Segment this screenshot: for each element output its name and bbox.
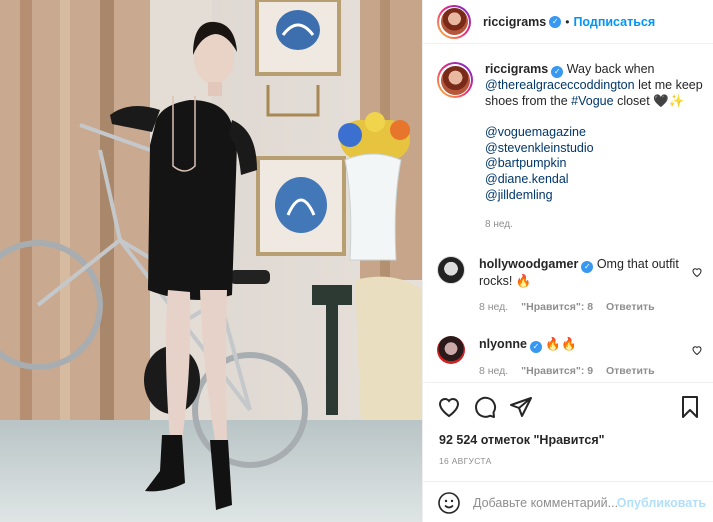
caption-username[interactable]: riccigrams: [485, 62, 548, 76]
post-sidebar: riccigrams ✓ • Подписаться riccigrams ✓ W…: [422, 0, 713, 522]
paper-plane-icon[interactable]: [509, 395, 533, 419]
follow-button[interactable]: Подписаться: [573, 15, 655, 29]
publish-button[interactable]: Опубликовать: [617, 496, 706, 510]
bookmark-icon[interactable]: [678, 395, 702, 419]
verified-badge-icon: ✓: [551, 66, 564, 78]
post-date[interactable]: 16 АВГУСТА: [439, 456, 492, 466]
comment-item: nlyonne ✓ 🔥🔥 8 нед. "Нравится": 9 Ответит…: [437, 336, 707, 379]
tag-link[interactable]: @bartpumpkin: [485, 156, 707, 172]
comment-likes[interactable]: "Нравится": 8: [521, 301, 593, 313]
comment-item: hollywoodgamer ✓ Omg that outfit rocks! 🔥…: [437, 256, 707, 315]
post-caption: riccigrams ✓ Way back when @therealgracec…: [437, 62, 707, 233]
author-avatar[interactable]: [437, 4, 471, 39]
post-photo[interactable]: [0, 0, 422, 522]
heart-icon[interactable]: [691, 266, 703, 278]
instagram-post: riccigrams ✓ • Подписаться riccigrams ✓ W…: [0, 0, 713, 522]
header-separator: •: [565, 14, 570, 29]
caption-avatar[interactable]: [437, 62, 473, 98]
caption-mention[interactable]: @therealgraceccoddington: [485, 78, 635, 92]
comment-likes[interactable]: "Нравится": 9: [521, 365, 593, 377]
comment-time[interactable]: 8 нед.: [479, 301, 508, 313]
tag-link[interactable]: @stevenkleinstudio: [485, 141, 707, 157]
caption-time[interactable]: 8 нед.: [485, 217, 707, 233]
comment-meta: 8 нед. "Нравится": 9 Ответить: [479, 363, 689, 379]
caption-text-1: Way back when: [566, 62, 655, 76]
comment-text: 🔥🔥: [545, 337, 577, 351]
commenter-avatar[interactable]: [437, 336, 465, 364]
verified-badge-icon: ✓: [529, 341, 542, 353]
comment-username[interactable]: nlyonne: [479, 337, 527, 351]
heart-icon[interactable]: [691, 344, 703, 356]
author-username[interactable]: riccigrams: [483, 15, 546, 29]
commenter-avatar[interactable]: [437, 256, 465, 284]
caption-text-3: closet 🖤✨: [617, 93, 685, 108]
add-comment-bar: Добавьте комментарий... Опубликовать: [423, 481, 713, 522]
smiley-icon[interactable]: [437, 491, 461, 515]
comment-body: nlyonne ✓ 🔥🔥 8 нед. "Нравится": 9 Ответит…: [479, 336, 689, 379]
action-icons: [437, 395, 702, 421]
post-header: riccigrams ✓ • Подписаться: [423, 0, 713, 44]
reply-button[interactable]: Ответить: [606, 365, 655, 377]
caption-hashtag[interactable]: #Vogue: [571, 94, 613, 108]
comment-body: hollywoodgamer ✓ Omg that outfit rocks! 🔥…: [479, 256, 689, 315]
heart-icon[interactable]: [437, 395, 461, 419]
verified-badge-icon: ✓: [581, 261, 594, 273]
reply-button[interactable]: Ответить: [606, 301, 655, 313]
caption-tags: @voguemagazine @stevenkleinstudio @bartp…: [485, 125, 707, 203]
caption-text: riccigrams ✓ Way back when @therealgracec…: [485, 62, 707, 233]
likes-count[interactable]: 92 524 отметок "Нравится": [439, 433, 605, 447]
post-actions: 92 524 отметок "Нравится" 16 АВГУСТА Доб…: [423, 382, 713, 522]
fashion-photo-image: [0, 0, 422, 522]
comment-meta: 8 нед. "Нравится": 8 Ответить: [479, 299, 689, 315]
comment-username[interactable]: hollywoodgamer: [479, 257, 578, 271]
comment-icon[interactable]: [473, 395, 497, 419]
comment-input[interactable]: Добавьте комментарий...: [473, 496, 618, 510]
tag-link[interactable]: @jilldemling: [485, 188, 707, 204]
comment-time[interactable]: 8 нед.: [479, 365, 508, 377]
verified-badge-icon: ✓: [549, 15, 562, 28]
tag-link[interactable]: @diane.kendal: [485, 172, 707, 188]
tag-link[interactable]: @voguemagazine: [485, 125, 707, 141]
